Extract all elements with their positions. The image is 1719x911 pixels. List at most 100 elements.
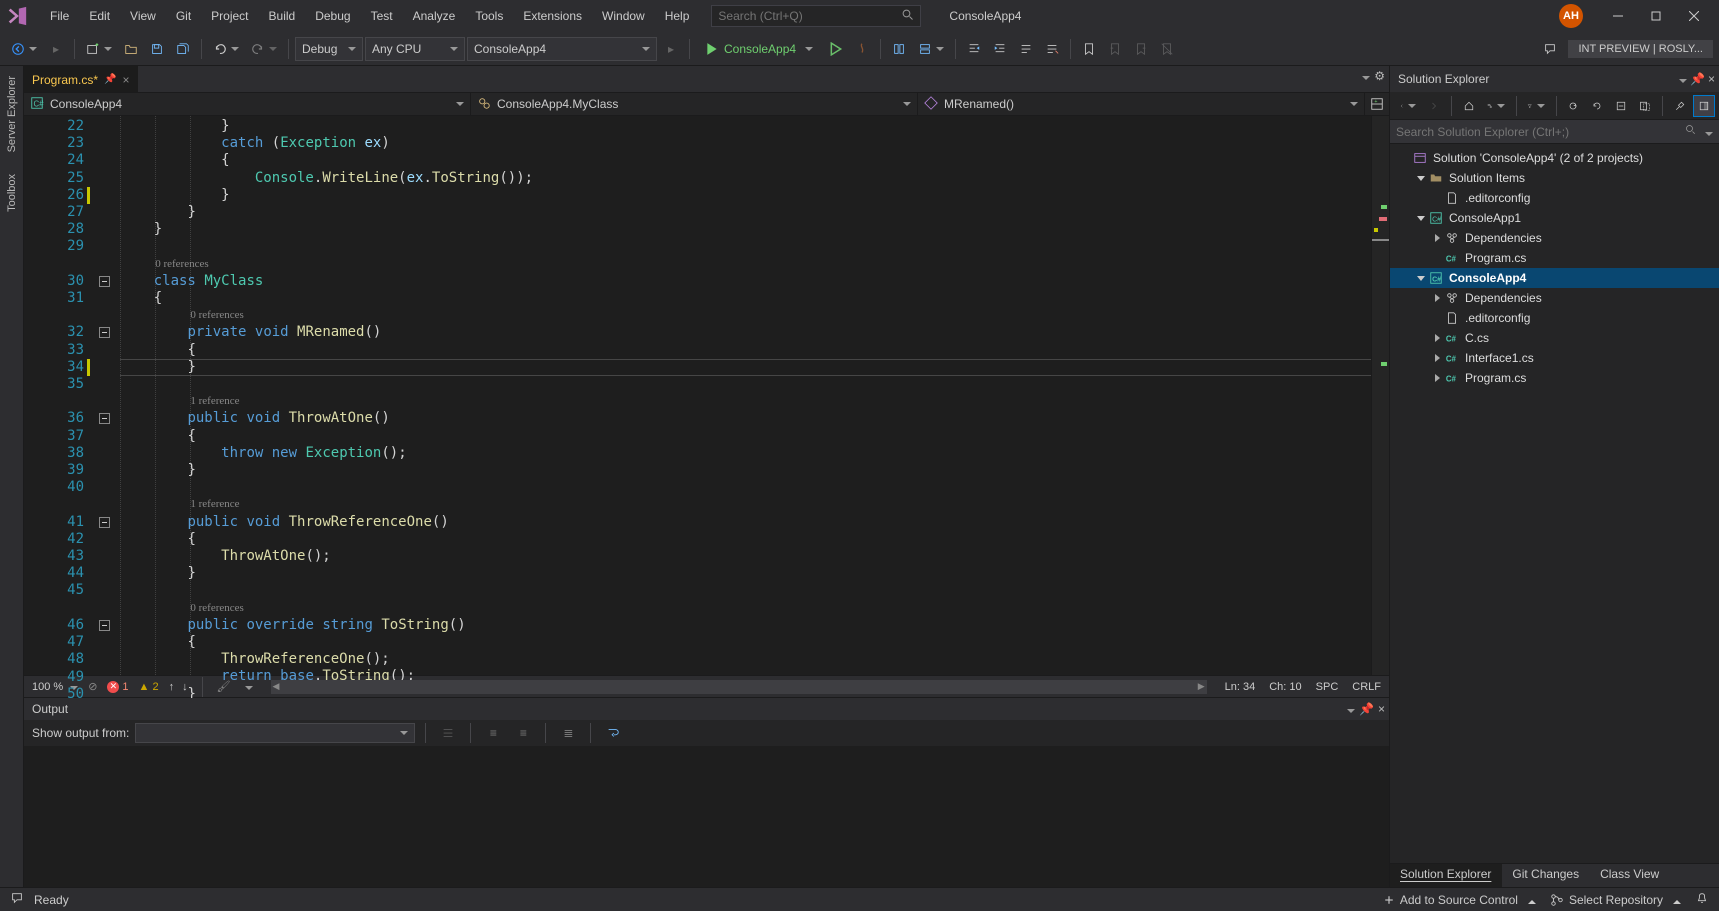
code-area[interactable]: } catch (Exception ex) { Console.WriteLi…	[120, 116, 1371, 675]
output-wrap-button[interactable]	[601, 721, 625, 745]
clear-bookmarks-button[interactable]	[1155, 37, 1179, 61]
minimize-button[interactable]	[1599, 2, 1637, 30]
server-explorer-tab[interactable]: Server Explorer	[4, 70, 20, 158]
scroll-map[interactable]	[1371, 116, 1389, 675]
close-button[interactable]	[1675, 2, 1713, 30]
menu-git[interactable]: Git	[166, 5, 201, 27]
tree-expander[interactable]	[1430, 371, 1444, 385]
se-preview-button[interactable]	[1693, 95, 1715, 117]
codelens[interactable]: 0 references	[190, 600, 243, 617]
search-box[interactable]	[711, 5, 921, 27]
output-prev-button[interactable]: ≡	[481, 721, 505, 745]
tree-item[interactable]: Solution 'ConsoleApp4' (2 of 2 projects)	[1390, 148, 1719, 168]
se-close-icon[interactable]: ×	[1708, 72, 1715, 86]
start-no-debug-button[interactable]	[824, 37, 848, 61]
output-close-icon[interactable]: ×	[1378, 702, 1385, 716]
menu-help[interactable]: Help	[655, 5, 700, 27]
output-next-button[interactable]: ≡	[511, 721, 535, 745]
redo-button[interactable]	[246, 37, 282, 61]
nav-member-select[interactable]: MRenamed()	[918, 93, 1365, 115]
tree-expander[interactable]	[1430, 231, 1444, 245]
panel-tab-class-view[interactable]: Class View	[1590, 864, 1670, 887]
user-avatar[interactable]: AH	[1559, 4, 1583, 28]
preview-badge[interactable]: INT PREVIEW | ROSLY...	[1568, 40, 1713, 58]
indent-right-button[interactable]	[988, 37, 1012, 61]
se-home-button[interactable]	[1458, 95, 1480, 117]
save-all-button[interactable]	[171, 37, 195, 61]
document-tab[interactable]: Program.cs* 📌 ×	[24, 66, 138, 92]
startup-project-select[interactable]: ConsoleApp4	[467, 37, 657, 61]
notifications-icon[interactable]	[1695, 891, 1709, 908]
tree-expander[interactable]	[1430, 331, 1444, 345]
maximize-button[interactable]	[1637, 2, 1675, 30]
panel-tab-git-changes[interactable]: Git Changes	[1502, 864, 1590, 887]
close-tab-icon[interactable]: ×	[122, 73, 129, 87]
se-forward-button[interactable]	[1423, 95, 1445, 117]
output-find-button[interactable]	[436, 721, 460, 745]
back-nav-button[interactable]	[6, 37, 42, 61]
output-pin-icon[interactable]: 📌	[1359, 702, 1374, 716]
prev-bookmark-button[interactable]	[1103, 37, 1127, 61]
fold-toggle[interactable]	[99, 517, 110, 528]
toolbox-tab[interactable]: Toolbox	[4, 168, 20, 218]
output-source-select[interactable]	[135, 723, 415, 743]
panel-tab-solution-explorer[interactable]: Solution Explorer	[1390, 864, 1502, 887]
menu-extensions[interactable]: Extensions	[513, 5, 592, 27]
open-file-button[interactable]	[119, 37, 143, 61]
profile-button[interactable]: ▸	[659, 37, 683, 61]
tree-expander[interactable]	[1430, 291, 1444, 305]
menu-project[interactable]: Project	[201, 5, 258, 27]
tree-item[interactable]: Dependencies	[1390, 288, 1719, 308]
comment-button[interactable]	[1014, 37, 1038, 61]
search-input[interactable]	[718, 9, 902, 23]
start-debug-button[interactable]: ConsoleApp4	[696, 37, 822, 61]
menu-build[interactable]: Build	[259, 5, 306, 27]
tab-list-dropdown[interactable]	[1358, 69, 1370, 83]
platform-select[interactable]: Any CPU	[365, 37, 465, 61]
tree-item[interactable]: C#ConsoleApp1	[1390, 208, 1719, 228]
new-project-button[interactable]	[81, 37, 117, 61]
menu-test[interactable]: Test	[361, 5, 403, 27]
se-search-input[interactable]	[1396, 125, 1685, 139]
nav-project-select[interactable]: C# ConsoleApp4	[24, 93, 471, 115]
tree-item[interactable]: C#Program.cs	[1390, 368, 1719, 388]
se-switch-view-button[interactable]	[1482, 95, 1509, 117]
nav-class-select[interactable]: ConsoleApp4.MyClass	[471, 93, 918, 115]
no-issues-icon[interactable]: ⊘	[88, 680, 97, 693]
step-into-button[interactable]	[887, 37, 911, 61]
menu-analyze[interactable]: Analyze	[403, 5, 466, 27]
output-clear-button[interactable]: ≣	[556, 721, 580, 745]
tree-item[interactable]: .editorconfig	[1390, 308, 1719, 328]
codelens[interactable]: 1 reference	[190, 496, 239, 513]
fold-toggle[interactable]	[99, 327, 110, 338]
se-properties-button[interactable]	[1669, 95, 1691, 117]
menu-window[interactable]: Window	[592, 5, 655, 27]
tree-item[interactable]: C#Program.cs	[1390, 248, 1719, 268]
uncomment-button[interactable]	[1040, 37, 1064, 61]
codelens[interactable]: 0 references	[190, 307, 243, 324]
menu-debug[interactable]: Debug	[305, 5, 360, 27]
tree-item[interactable]: C#Interface1.cs	[1390, 348, 1719, 368]
glyph-margin[interactable]	[24, 116, 52, 675]
se-show-all-button[interactable]	[1634, 95, 1656, 117]
fold-column[interactable]	[92, 116, 120, 675]
step-over-button[interactable]	[913, 37, 949, 61]
tree-item[interactable]: Dependencies	[1390, 228, 1719, 248]
add-source-control-button[interactable]: Add to Source Control	[1383, 893, 1536, 907]
se-search-options[interactable]	[1701, 125, 1713, 139]
se-window-menu[interactable]	[1675, 72, 1687, 86]
se-pin-icon[interactable]: 📌	[1690, 72, 1705, 86]
bookmark-button[interactable]	[1077, 37, 1101, 61]
hot-reload-button[interactable]	[850, 37, 874, 61]
solution-tree[interactable]: Solution 'ConsoleApp4' (2 of 2 projects)…	[1390, 144, 1719, 863]
menu-tools[interactable]: Tools	[465, 5, 513, 27]
line-col-indicator[interactable]: Ln: 34	[1225, 681, 1256, 693]
tree-expander[interactable]	[1414, 211, 1428, 225]
codelens[interactable]: 1 reference	[190, 393, 239, 410]
indent-mode[interactable]: SPC	[1316, 681, 1339, 693]
eol-mode[interactable]: CRLF	[1352, 681, 1381, 693]
se-collapse-button[interactable]	[1610, 95, 1632, 117]
tree-item[interactable]: Solution Items	[1390, 168, 1719, 188]
menu-file[interactable]: File	[40, 5, 79, 27]
tree-item[interactable]: C#ConsoleApp4	[1390, 268, 1719, 288]
